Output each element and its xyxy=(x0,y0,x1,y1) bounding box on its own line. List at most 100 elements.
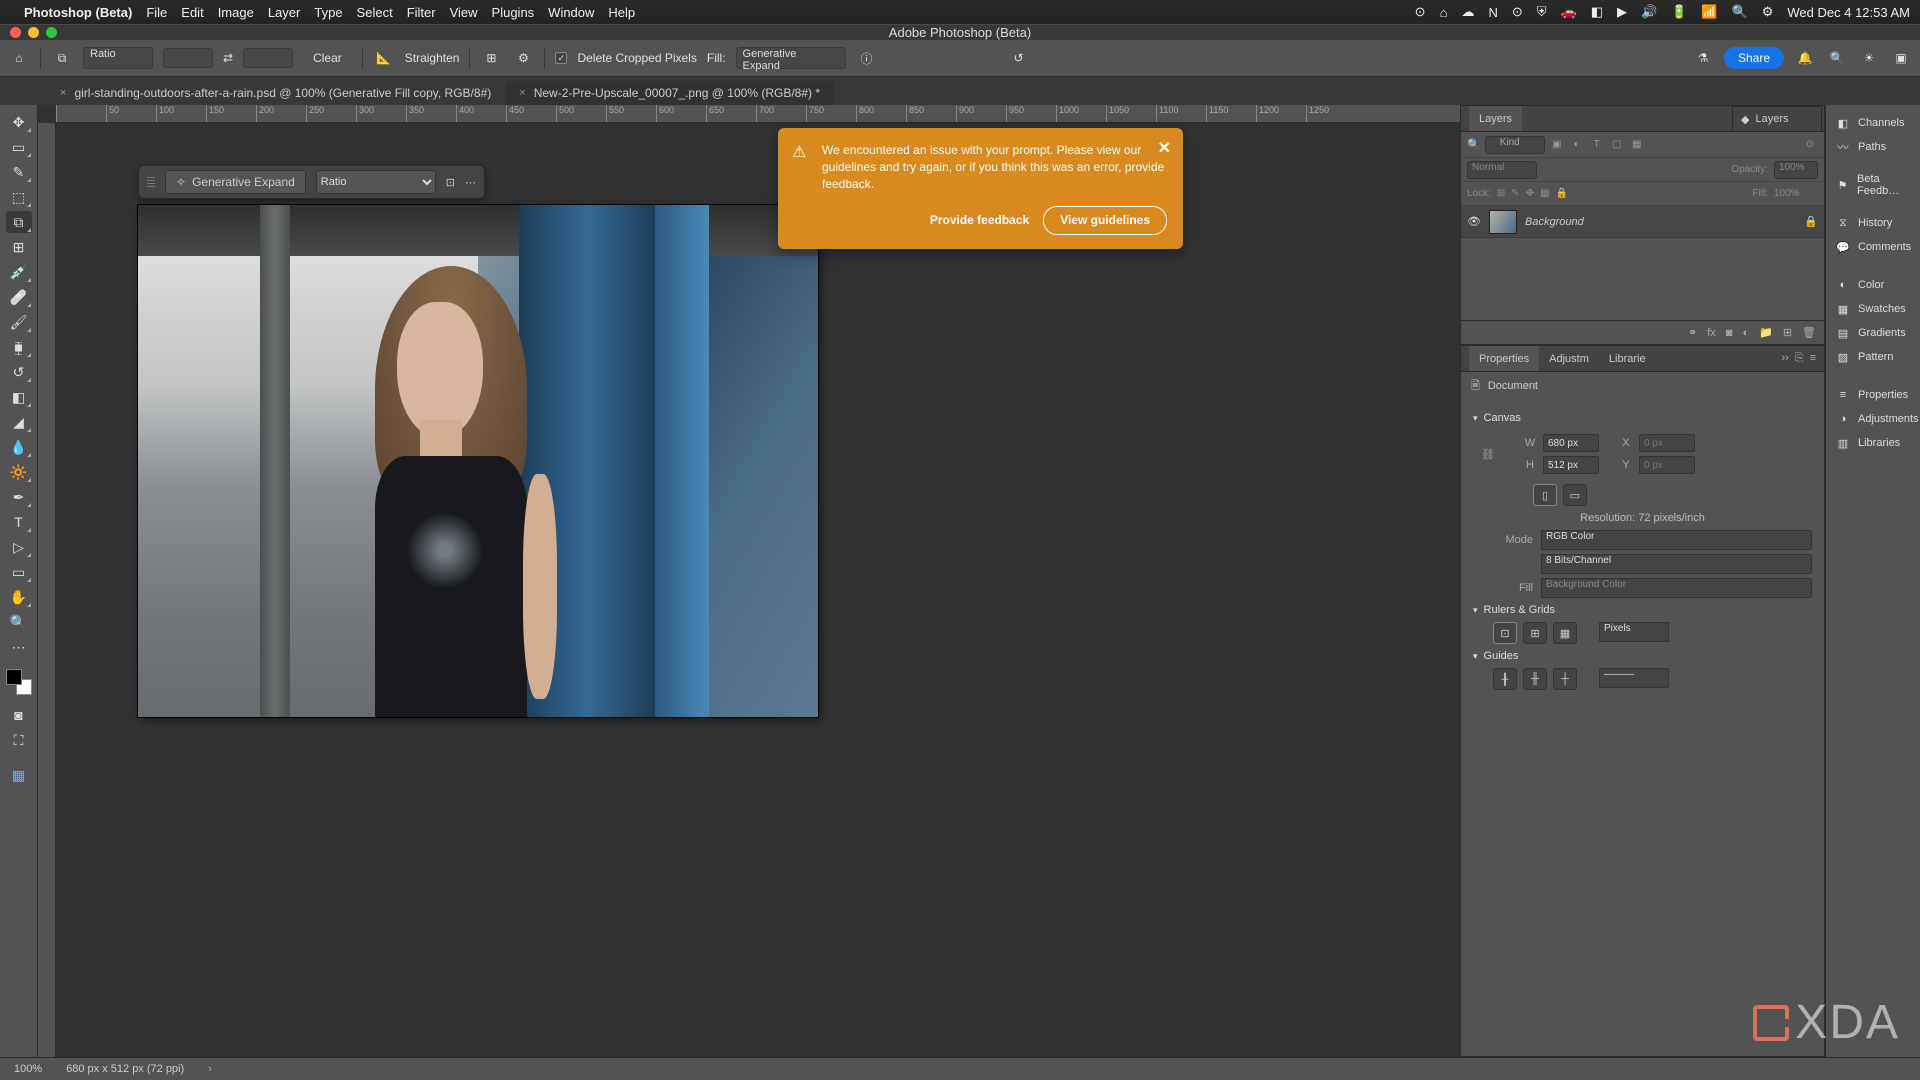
menu-select[interactable]: Select xyxy=(357,5,393,20)
guide-style-select[interactable]: ——— xyxy=(1599,668,1669,688)
document-tab[interactable]: × New-2-Pre-Upscale_00007_.png @ 100% (R… xyxy=(505,81,834,105)
panel-shortcut[interactable]: 〰Paths xyxy=(1826,135,1920,159)
quickmask-tool[interactable]: ◙ xyxy=(6,704,32,726)
arrange-icon[interactable]: ▣ xyxy=(1890,47,1912,69)
status-icon[interactable]: ☁ xyxy=(1461,4,1474,20)
mode-select[interactable]: RGB Color xyxy=(1541,530,1812,550)
reset-icon[interactable]: ↺ xyxy=(1008,47,1030,69)
menu-type[interactable]: Type xyxy=(314,5,342,20)
status-icon[interactable]: ▶ xyxy=(1617,4,1627,20)
ratio-dropdown[interactable]: Ratio xyxy=(316,170,436,194)
search-icon[interactable]: 🔍 xyxy=(1732,4,1748,20)
type-tool[interactable]: T xyxy=(6,511,32,533)
layer-thumbnail[interactable] xyxy=(1489,210,1517,234)
overlay-grid-icon[interactable]: ⊞ xyxy=(480,47,502,69)
frame-tool[interactable]: ⊞ xyxy=(6,236,32,258)
menu-help[interactable]: Help xyxy=(608,5,635,20)
status-icon[interactable]: ⊙ xyxy=(1415,4,1426,20)
depth-select[interactable]: 8 Bits/Channel xyxy=(1541,554,1812,574)
gradient-tool[interactable]: ◢ xyxy=(6,411,32,433)
fx-icon[interactable]: fx xyxy=(1707,327,1716,339)
eraser-tool[interactable]: ◧ xyxy=(6,386,32,408)
status-icon[interactable]: N xyxy=(1488,5,1497,20)
layers-collapsed-tab[interactable]: ◆ Layers xyxy=(1732,106,1822,132)
menu-image[interactable]: Image xyxy=(218,5,254,20)
collapse-icon[interactable]: ›› xyxy=(1781,352,1788,365)
panel-menu-icon[interactable]: ≡ xyxy=(1810,352,1816,365)
properties-tab[interactable]: Properties xyxy=(1469,346,1539,371)
libraries-tab[interactable]: Librarie xyxy=(1599,346,1656,371)
link-dims-icon[interactable]: ⛓ xyxy=(1481,448,1495,461)
lock-all-icon[interactable]: ⊞ xyxy=(1497,188,1505,199)
crop-settings-icon[interactable]: ⚙ xyxy=(512,47,534,69)
history-brush-tool[interactable]: ↺ xyxy=(6,361,32,383)
width-input[interactable] xyxy=(1543,434,1599,452)
straighten-icon[interactable]: 📐 xyxy=(373,47,395,69)
home-icon[interactable]: ⌂ xyxy=(8,47,30,69)
filter-type-icon[interactable]: T xyxy=(1589,137,1605,153)
panel-shortcut[interactable]: ◑Adjustments xyxy=(1826,407,1920,431)
lock-lock-icon[interactable]: 🔒 xyxy=(1556,188,1568,199)
mask-icon[interactable]: ◙ xyxy=(1726,327,1733,339)
generative-expand-button[interactable]: ✧ Generative Expand xyxy=(165,170,306,194)
document-tab[interactable]: × girl-standing-outdoors-after-a-rain.ps… xyxy=(46,81,505,105)
extra-tool[interactable]: ▦ xyxy=(6,764,32,786)
panel-shortcut[interactable]: ▦Swatches xyxy=(1826,297,1920,321)
group-icon[interactable]: 📁 xyxy=(1759,326,1773,339)
edit-toolbar[interactable]: ⋯ xyxy=(6,636,32,658)
healing-tool[interactable]: 🩹 xyxy=(6,286,32,308)
move-tool[interactable]: ✥ xyxy=(6,111,32,133)
panel-shortcut[interactable]: ▥Libraries xyxy=(1826,431,1920,455)
panel-shortcut[interactable]: ◐Color xyxy=(1826,273,1920,297)
rulers-section-header[interactable]: ▾Rulers & Grids xyxy=(1473,604,1812,616)
ratio-h-input[interactable] xyxy=(243,48,293,68)
panel-shortcut[interactable]: ◧Channels xyxy=(1826,111,1920,135)
crop-tool[interactable]: ⧉ xyxy=(6,211,32,233)
panel-shortcut[interactable]: 💬Comments xyxy=(1826,235,1920,259)
layers-tab[interactable]: Layers xyxy=(1469,106,1522,131)
app-name[interactable]: Photoshop (Beta) xyxy=(24,5,132,20)
swap-icon[interactable]: ⇄ xyxy=(223,51,233,65)
clear-button[interactable]: Clear xyxy=(303,48,352,68)
visibility-icon[interactable]: 👁 xyxy=(1467,215,1481,228)
shape-tool[interactable]: ▭ xyxy=(6,561,32,583)
contextual-task-bar[interactable]: ✧ Generative Expand Ratio ⊡ ⋯ xyxy=(138,165,485,199)
status-icon[interactable]: ⌂ xyxy=(1440,5,1448,20)
clock[interactable]: Wed Dec 4 12:53 AM xyxy=(1787,5,1910,20)
close-tab-icon[interactable]: × xyxy=(519,87,525,99)
crop-tool-icon[interactable]: ⧉ xyxy=(51,47,73,69)
zoom-dot[interactable] xyxy=(46,27,57,38)
hand-tool[interactable]: ✋ xyxy=(6,586,32,608)
more-icon[interactable]: ⋯ xyxy=(465,176,476,189)
ratio-select[interactable]: Ratio xyxy=(83,47,153,69)
new-layer-icon[interactable]: ⊞ xyxy=(1783,326,1792,339)
panel-shortcut[interactable]: ⚑Beta Feedb… xyxy=(1826,173,1920,197)
close-dot[interactable] xyxy=(10,27,21,38)
layer-row[interactable]: 👁 Background 🔒 xyxy=(1461,206,1824,238)
search-icon[interactable]: 🔍 xyxy=(1826,47,1848,69)
status-icon[interactable]: 🔊 xyxy=(1641,4,1657,20)
status-icon[interactable]: 🚗 xyxy=(1561,4,1577,20)
filter-pixel-icon[interactable]: ▣ xyxy=(1549,137,1565,153)
eyedropper-tool[interactable]: 💉 xyxy=(6,261,32,283)
lock-pos-icon[interactable]: ✎ xyxy=(1511,188,1519,199)
adjustments-tab[interactable]: Adjustm xyxy=(1539,346,1599,371)
info-icon[interactable]: ⓘ xyxy=(856,47,878,69)
object-select-tool[interactable]: ⬚ xyxy=(6,186,32,208)
menu-layer[interactable]: Layer xyxy=(268,5,301,20)
zoom-level[interactable]: 100% xyxy=(14,1063,42,1075)
share-button[interactable]: Share xyxy=(1724,47,1784,69)
adjustment-icon[interactable]: ◐ xyxy=(1742,327,1749,339)
stamp-tool[interactable]: ⧯ xyxy=(6,336,32,358)
status-icon[interactable]: ◧ xyxy=(1591,4,1603,20)
menu-view[interactable]: View xyxy=(450,5,478,20)
minimize-dot[interactable] xyxy=(28,27,39,38)
pen-tool[interactable]: ✒ xyxy=(6,486,32,508)
delete-cropped-checkbox[interactable] xyxy=(555,52,567,64)
dodge-tool[interactable]: 🔆 xyxy=(6,461,32,483)
grid-icon[interactable]: ⊞ xyxy=(1523,622,1547,644)
opacity-input[interactable]: 100% xyxy=(1774,161,1818,179)
close-icon[interactable]: ✕ xyxy=(1158,138,1171,160)
horizontal-ruler[interactable]: 5010015020025030035040045050055060065070… xyxy=(56,105,1460,123)
close-tab-icon[interactable]: × xyxy=(60,87,66,99)
